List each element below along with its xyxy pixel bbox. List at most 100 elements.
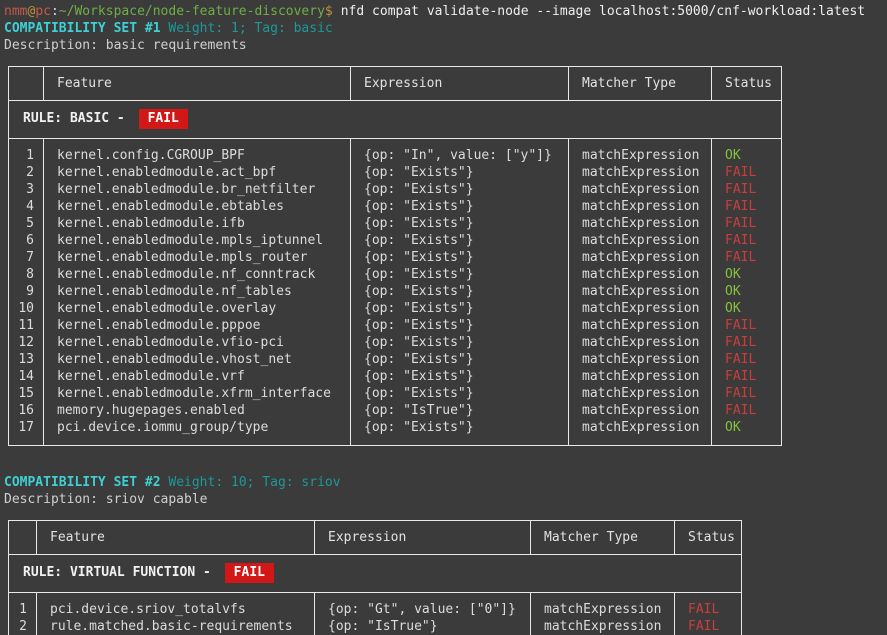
table-row: 2kernel.enabledmodule.act_bpf{op: "Exist… bbox=[9, 164, 782, 181]
cell-feature: kernel.enabledmodule.ebtables bbox=[44, 198, 351, 215]
prompt-dollar-sign: $ bbox=[325, 4, 333, 19]
cell-row-number: 6 bbox=[9, 232, 44, 249]
table-row: 12kernel.enabledmodule.vfio-pci{op: "Exi… bbox=[9, 334, 782, 351]
cell-feature: kernel.enabledmodule.pppoe bbox=[44, 317, 351, 334]
prompt-hostname: pc bbox=[35, 4, 51, 19]
compat-set-1-meta: Weight: 1; Tag: basic bbox=[161, 21, 333, 36]
rule-table-basic: RULE: BASIC - FAIL Feature Expression Ma… bbox=[8, 66, 782, 446]
cell-feature: rule.matched.basic-requirements bbox=[37, 618, 315, 635]
cell-matcher-type: matchExpression bbox=[569, 266, 712, 283]
shell-prompt-line: nmm@pc:~/Workspace/node-feature-discover… bbox=[4, 3, 887, 20]
cell-matcher-type: matchExpression bbox=[569, 232, 712, 249]
cell-matcher-type: matchExpression bbox=[569, 283, 712, 300]
cell-feature: kernel.enabledmodule.xfrm_interface bbox=[44, 385, 351, 402]
cell-status: FAIL bbox=[675, 593, 742, 619]
cell-expression: {op: "Exists"} bbox=[351, 368, 569, 385]
cell-expression: {op: "Exists"} bbox=[351, 198, 569, 215]
terminal-screen[interactable]: nmm@pc:~/Workspace/node-feature-discover… bbox=[0, 0, 887, 635]
cell-feature: kernel.enabledmodule.mpls_iptunnel bbox=[44, 232, 351, 249]
cell-expression: {op: "Exists"} bbox=[351, 334, 569, 351]
table-header-row: Feature Expression Matcher Type Status bbox=[9, 521, 742, 555]
rule-status-badge: FAIL bbox=[139, 109, 188, 129]
column-header-expression: Expression bbox=[315, 521, 531, 555]
table-row: 10kernel.enabledmodule.overlay{op: "Exis… bbox=[9, 300, 782, 317]
rule-table-virtual-function: RULE: VIRTUAL FUNCTION - FAIL Feature Ex… bbox=[8, 520, 742, 635]
column-header-feature: Feature bbox=[37, 521, 315, 555]
cell-feature: kernel.enabledmodule.act_bpf bbox=[44, 164, 351, 181]
table-header-row: Feature Expression Matcher Type Status bbox=[9, 67, 782, 101]
cell-matcher-type: matchExpression bbox=[531, 618, 675, 635]
cell-status: OK bbox=[712, 283, 782, 300]
table-row: 5kernel.enabledmodule.ifb{op: "Exists"}m… bbox=[9, 215, 782, 232]
cell-status: FAIL bbox=[712, 249, 782, 266]
compat-set-2-title: COMPATIBILITY SET #2 bbox=[4, 475, 161, 490]
table-row: 3kernel.enabledmodule.br_netfilter{op: "… bbox=[9, 181, 782, 198]
prompt-cwd-path: ~/Workspace/node-feature-discovery bbox=[59, 4, 325, 19]
cell-row-number: 8 bbox=[9, 266, 44, 283]
table-row: 1pci.device.sriov_totalvfs{op: "Gt", val… bbox=[9, 593, 742, 619]
cell-expression: {op: "Exists"} bbox=[351, 419, 569, 446]
cell-matcher-type: matchExpression bbox=[569, 198, 712, 215]
rule-status-badge: FAIL bbox=[225, 563, 274, 583]
column-header-status: Status bbox=[675, 521, 742, 555]
rule-title-row: RULE: BASIC - FAIL bbox=[9, 101, 782, 139]
cell-expression: {op: "Exists"} bbox=[351, 300, 569, 317]
cell-status: FAIL bbox=[675, 618, 742, 635]
compat-set-1-description: Description: basic requirements bbox=[4, 37, 887, 54]
cell-expression: {op: "Gt", value: ["0"]} bbox=[315, 593, 531, 619]
column-header-status: Status bbox=[712, 67, 782, 101]
cell-status: FAIL bbox=[712, 334, 782, 351]
cell-matcher-type: matchExpression bbox=[569, 164, 712, 181]
table-row: 6kernel.enabledmodule.mpls_iptunnel{op: … bbox=[9, 232, 782, 249]
cell-row-number: 12 bbox=[9, 334, 44, 351]
cell-row-number: 16 bbox=[9, 402, 44, 419]
cell-matcher-type: matchExpression bbox=[569, 215, 712, 232]
cell-feature: kernel.enabledmodule.nf_conntrack bbox=[44, 266, 351, 283]
prompt-username: nmm bbox=[4, 4, 27, 19]
cell-expression: {op: "Exists"} bbox=[351, 385, 569, 402]
rule-title-row: RULE: VIRTUAL FUNCTION - FAIL bbox=[9, 555, 742, 593]
cell-expression: {op: "Exists"} bbox=[351, 181, 569, 198]
cell-row-number: 1 bbox=[9, 593, 37, 619]
cell-status: FAIL bbox=[712, 164, 782, 181]
prompt-separator: : bbox=[51, 4, 59, 19]
cell-row-number: 4 bbox=[9, 198, 44, 215]
table-row: 15kernel.enabledmodule.xfrm_interface{op… bbox=[9, 385, 782, 402]
column-header-expression: Expression bbox=[351, 67, 569, 101]
rule-label: RULE: BASIC - bbox=[23, 111, 133, 126]
cell-expression: {op: "Exists"} bbox=[351, 266, 569, 283]
cell-expression: {op: "IsTrue"} bbox=[351, 402, 569, 419]
cell-matcher-type: matchExpression bbox=[569, 402, 712, 419]
cell-status: FAIL bbox=[712, 385, 782, 402]
cell-matcher-type: matchExpression bbox=[569, 181, 712, 198]
cell-matcher-type: matchExpression bbox=[569, 368, 712, 385]
column-header-num bbox=[9, 67, 44, 101]
cell-expression: {op: "IsTrue"} bbox=[315, 618, 531, 635]
cell-matcher-type: matchExpression bbox=[569, 351, 712, 368]
cell-row-number: 1 bbox=[9, 139, 44, 165]
cell-row-number: 9 bbox=[9, 283, 44, 300]
cell-status: OK bbox=[712, 266, 782, 283]
cell-matcher-type: matchExpression bbox=[569, 139, 712, 165]
cell-status: FAIL bbox=[712, 232, 782, 249]
compat-set-1-header: COMPATIBILITY SET #1 Weight: 1; Tag: bas… bbox=[4, 20, 887, 37]
cell-feature: kernel.enabledmodule.vfio-pci bbox=[44, 334, 351, 351]
typed-command: nfd compat validate-node --image localho… bbox=[341, 4, 865, 19]
table-row: 13kernel.enabledmodule.vhost_net{op: "Ex… bbox=[9, 351, 782, 368]
cell-matcher-type: matchExpression bbox=[569, 419, 712, 446]
cell-status: OK bbox=[712, 300, 782, 317]
compat-set-2-description: Description: sriov capable bbox=[4, 491, 887, 508]
rule-title-cell: RULE: BASIC - FAIL bbox=[9, 101, 782, 139]
table-row: 7kernel.enabledmodule.mpls_router{op: "E… bbox=[9, 249, 782, 266]
compat-set-2-header: COMPATIBILITY SET #2 Weight: 10; Tag: sr… bbox=[4, 474, 887, 491]
cell-row-number: 5 bbox=[9, 215, 44, 232]
compat-set-1-title: COMPATIBILITY SET #1 bbox=[4, 21, 161, 36]
column-header-matcher: Matcher Type bbox=[569, 67, 712, 101]
table-row: 1kernel.config.CGROUP_BPF{op: "In", valu… bbox=[9, 139, 782, 165]
cell-row-number: 10 bbox=[9, 300, 44, 317]
cell-matcher-type: matchExpression bbox=[569, 317, 712, 334]
cell-status: FAIL bbox=[712, 402, 782, 419]
column-header-num bbox=[9, 521, 37, 555]
cell-status: FAIL bbox=[712, 215, 782, 232]
cell-expression: {op: "Exists"} bbox=[351, 317, 569, 334]
